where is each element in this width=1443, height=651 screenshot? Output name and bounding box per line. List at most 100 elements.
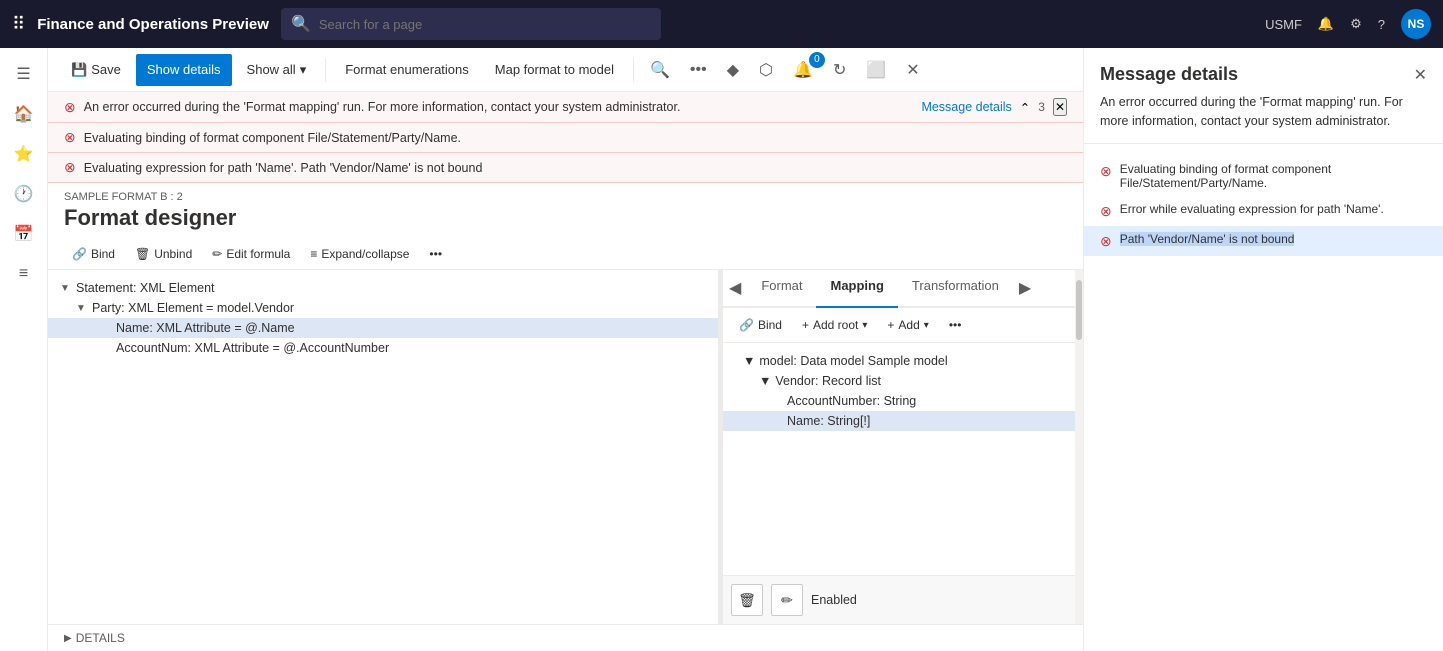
split-pane: ▼ Statement: XML Element ▼ Party: XML El… (48, 270, 1083, 624)
more-options-dt[interactable]: ••• (421, 243, 450, 265)
sidebar-home-icon[interactable]: 🏠 (6, 96, 42, 132)
show-all-button[interactable]: Show all ▾ (236, 54, 318, 86)
search-input[interactable] (319, 17, 651, 32)
map-bind-button[interactable]: 🔗 Bind (731, 314, 790, 336)
msg-error-1: ⊗ Evaluating binding of format component… (1084, 156, 1443, 196)
tab-mapping[interactable]: Mapping (816, 270, 897, 308)
message-details-panel: Message details ✕ An error occurred duri… (1083, 48, 1443, 651)
msg-error-text-1: Evaluating binding of format component F… (1120, 162, 1427, 190)
edit-formula-button[interactable]: ✏ Edit formula (204, 243, 298, 265)
settings-icon[interactable]: ⚙ (1350, 16, 1362, 32)
error-text-3: Evaluating expression for path 'Name'. P… (84, 161, 483, 175)
bell-badge-container: 🔔 0 (785, 56, 821, 84)
tree-item-party[interactable]: ▼ Party: XML Element = model.Vendor (48, 298, 718, 318)
dismiss-errors-button[interactable]: ✕ (1053, 98, 1067, 116)
map-vendor-item[interactable]: ▼ Vendor: Record list (723, 371, 1083, 391)
unbind-button[interactable]: 🗑 Unbind (127, 243, 200, 265)
sidebar-calendar-icon[interactable]: 📅 (6, 216, 42, 252)
notification-icon[interactable]: 🔔 (1318, 16, 1334, 32)
error-icon-3: ⊗ (64, 159, 76, 176)
expand-collapse-button[interactable]: ≡ Expand/collapse (302, 243, 417, 265)
statement-label: Statement: XML Element (76, 281, 215, 295)
show-details-button[interactable]: Show details (136, 54, 232, 86)
message-details-link[interactable]: Message details (921, 100, 1011, 114)
map-format-button[interactable]: Map format to model (484, 54, 625, 86)
error-text-2: Evaluating binding of format component F… (84, 131, 461, 145)
details-arrow-icon[interactable]: ▶ (64, 633, 72, 644)
tree-item-account[interactable]: AccountNum: XML Attribute = @.AccountNum… (48, 338, 718, 358)
tab-format[interactable]: Format (747, 270, 816, 308)
right-pane: ◀ Format Mapping Transformation ▶ 🔗 Bind (723, 270, 1083, 624)
map-account-label: AccountNumber: String (787, 394, 916, 408)
error-nav-icon[interactable]: ⌃ (1020, 100, 1030, 115)
more-options-icon[interactable]: ••• (682, 57, 715, 83)
toolbar-separator (325, 58, 326, 82)
designer-toolbar: 🔗 Bind 🗑 Unbind ✏ Edit formula ≡ Expand/… (48, 239, 1083, 270)
map-account-item[interactable]: AccountNumber: String (723, 391, 1083, 411)
msg-error-text-3: Path 'Vendor/Name' is not bound (1120, 232, 1295, 246)
save-button[interactable]: 💾 Save (60, 54, 132, 86)
tab-prev-arrow[interactable]: ◀ (723, 270, 747, 306)
sidebar-menu-icon[interactable]: ☰ (6, 56, 42, 92)
name-label: Name: XML Attribute = @.Name (116, 321, 295, 335)
toolbar-separator-2 (633, 58, 634, 82)
map-name-label: Name: String[!] (787, 414, 870, 428)
diamond-icon[interactable]: ◆ (719, 56, 747, 84)
avatar[interactable]: NS (1401, 9, 1431, 39)
tree-item-name[interactable]: Name: XML Attribute = @.Name (48, 318, 718, 338)
error-row-3: ⊗ Evaluating expression for path 'Name'.… (48, 153, 1083, 182)
msg-panel-desc: An error occurred during the 'Format map… (1084, 93, 1443, 144)
map-model-arrow: ▼ (743, 354, 755, 368)
sample-format-label: SAMPLE FORMAT B : 2 (64, 191, 1067, 203)
msg-panel-errors: ⊗ Evaluating binding of format component… (1084, 144, 1443, 268)
expand-icon-dt: ≡ (310, 247, 317, 261)
env-label: USMF (1265, 17, 1302, 32)
delete-action-button[interactable]: 🗑 (731, 584, 763, 616)
vertical-scrollbar[interactable] (1075, 270, 1083, 624)
format-enumerations-button[interactable]: Format enumerations (334, 54, 480, 86)
tab-next-arrow[interactable]: ▶ (1013, 270, 1037, 306)
error-row-2: ⊗ Evaluating binding of format component… (48, 123, 1083, 153)
account-label: AccountNum: XML Attribute = @.AccountNum… (116, 341, 389, 355)
add-root-button[interactable]: + Add root ▾ (794, 314, 875, 336)
toolbar: 💾 Save Show details Show all ▾ Format en… (48, 48, 1083, 92)
msg-error-icon-3: ⊗ (1100, 233, 1112, 250)
party-label: Party: XML Element = model.Vendor (92, 301, 294, 315)
edit-action-button[interactable]: ✏ (771, 584, 803, 616)
designer-title: Format designer (64, 205, 1067, 231)
designer-header: SAMPLE FORMAT B : 2 Format designer (48, 183, 1083, 239)
add-button[interactable]: + Add ▾ (879, 314, 936, 336)
help-icon[interactable]: ? (1378, 17, 1385, 32)
error-icon-main: ⊗ (64, 99, 76, 116)
sidebar-list-icon[interactable]: ≡ (6, 256, 42, 292)
details-label: DETAILS (76, 631, 125, 645)
sidebar-icons: ☰ 🏠 ⭐ 🕐 📅 ≡ (0, 48, 48, 651)
sidebar-star-icon[interactable]: ⭐ (6, 136, 42, 172)
close-toolbar-icon[interactable]: ✕ (898, 56, 927, 84)
arrow-statement: ▼ (60, 283, 72, 294)
tree-item-statement[interactable]: ▼ Statement: XML Element (48, 278, 718, 298)
enabled-text: Enabled (811, 593, 857, 607)
close-panel-button[interactable]: ✕ (1414, 65, 1427, 85)
refresh-icon[interactable]: ↻ (825, 56, 854, 84)
tab-transformation[interactable]: Transformation (898, 270, 1013, 308)
sidebar-clock-icon[interactable]: 🕐 (6, 176, 42, 212)
formula-icon: ✏ (212, 247, 222, 261)
error-icon-2: ⊗ (64, 129, 76, 146)
map-name-item[interactable]: Name: String[!] (723, 411, 1083, 431)
details-footer: ▶ DETAILS (48, 624, 1083, 651)
search-toolbar-icon[interactable]: 🔍 (642, 56, 678, 84)
map-more-options[interactable]: ••• (941, 314, 970, 336)
map-model-item[interactable]: ▼ model: Data model Sample model (723, 351, 1083, 371)
expand-icon[interactable]: ⬜ (858, 56, 894, 84)
scroll-thumb[interactable] (1076, 280, 1082, 340)
error-count: 3 (1038, 100, 1045, 114)
error-area: ⊗ An error occurred during the 'Format m… (48, 92, 1083, 183)
map-model-label: model: Data model Sample model (759, 354, 947, 368)
msg-error-2: ⊗ Error while evaluating expression for … (1084, 196, 1443, 226)
bind-button[interactable]: 🔗 Bind (64, 243, 123, 265)
grid-icon[interactable]: ⠿ (12, 14, 25, 35)
flow-icon[interactable]: ⬡ (751, 56, 781, 84)
arrow-party: ▼ (76, 303, 88, 314)
app-title: Finance and Operations Preview (37, 16, 269, 33)
